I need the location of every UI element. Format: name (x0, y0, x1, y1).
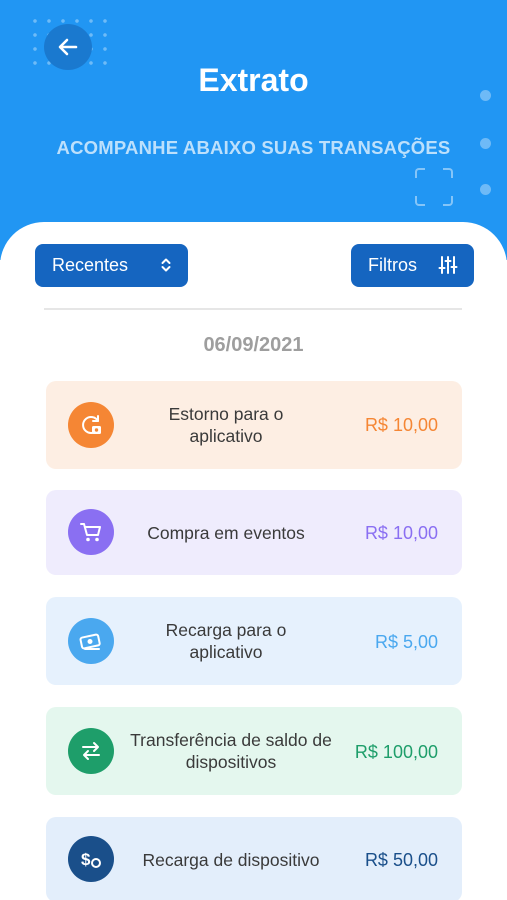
header: Extrato ACOMPANHE ABAIXO SUAS TRANSAÇÕES (0, 0, 507, 260)
divider (44, 308, 462, 310)
transaction-item[interactable]: Estorno para o aplicativo R$ 10,00 (46, 381, 462, 469)
sort-dropdown[interactable]: Recentes (35, 244, 188, 287)
filter-button[interactable]: Filtros (351, 244, 474, 287)
transaction-label: Compra em eventos (147, 523, 305, 543)
transaction-label: Estorno para o aplicativo (168, 404, 284, 446)
transaction-amount: R$ 10,00 (364, 523, 438, 543)
cash-icon (68, 618, 114, 664)
dollar-device-icon: $ (68, 836, 114, 882)
transaction-item[interactable]: Recarga para o aplicativo R$ 5,00 (46, 597, 462, 685)
transaction-item[interactable]: Compra em eventos R$ 10,00 (46, 490, 462, 575)
page-subtitle: ACOMPANHE ABAIXO SUAS TRANSAÇÕES (56, 137, 451, 158)
sliders-icon (438, 256, 458, 274)
transaction-item[interactable]: $ Recarga de dispositivo R$ 50,00 (46, 817, 462, 900)
transaction-label: Recarga de dispositivo (142, 850, 320, 870)
decoration-dot (480, 184, 491, 195)
refund-icon (68, 402, 114, 448)
transfer-icon (68, 728, 114, 774)
cart-icon (68, 509, 114, 555)
page-title: Extrato (198, 62, 309, 98)
transaction-amount: R$ 50,00 (364, 850, 438, 870)
transaction-label: Transferência de saldo de dispositivos (130, 730, 332, 772)
decoration-dot (480, 90, 491, 101)
decoration-dot (480, 138, 491, 149)
date-label: 06/09/2021 (203, 334, 304, 356)
svg-text:$: $ (81, 850, 91, 869)
scan-frame-icon (415, 168, 453, 206)
arrow-left-icon (58, 38, 78, 56)
transaction-label: Recarga para o aplicativo (165, 620, 287, 662)
transaction-amount: R$ 100,00 (354, 742, 438, 762)
transaction-amount: R$ 5,00 (374, 632, 438, 652)
sort-label: Recentes (52, 255, 129, 275)
chevron-up-down-icon (161, 258, 171, 272)
transaction-amount: R$ 10,00 (364, 415, 438, 435)
transaction-item[interactable]: Transferência de saldo de dispositivos R… (46, 707, 462, 795)
filter-label: Filtros (368, 255, 417, 275)
